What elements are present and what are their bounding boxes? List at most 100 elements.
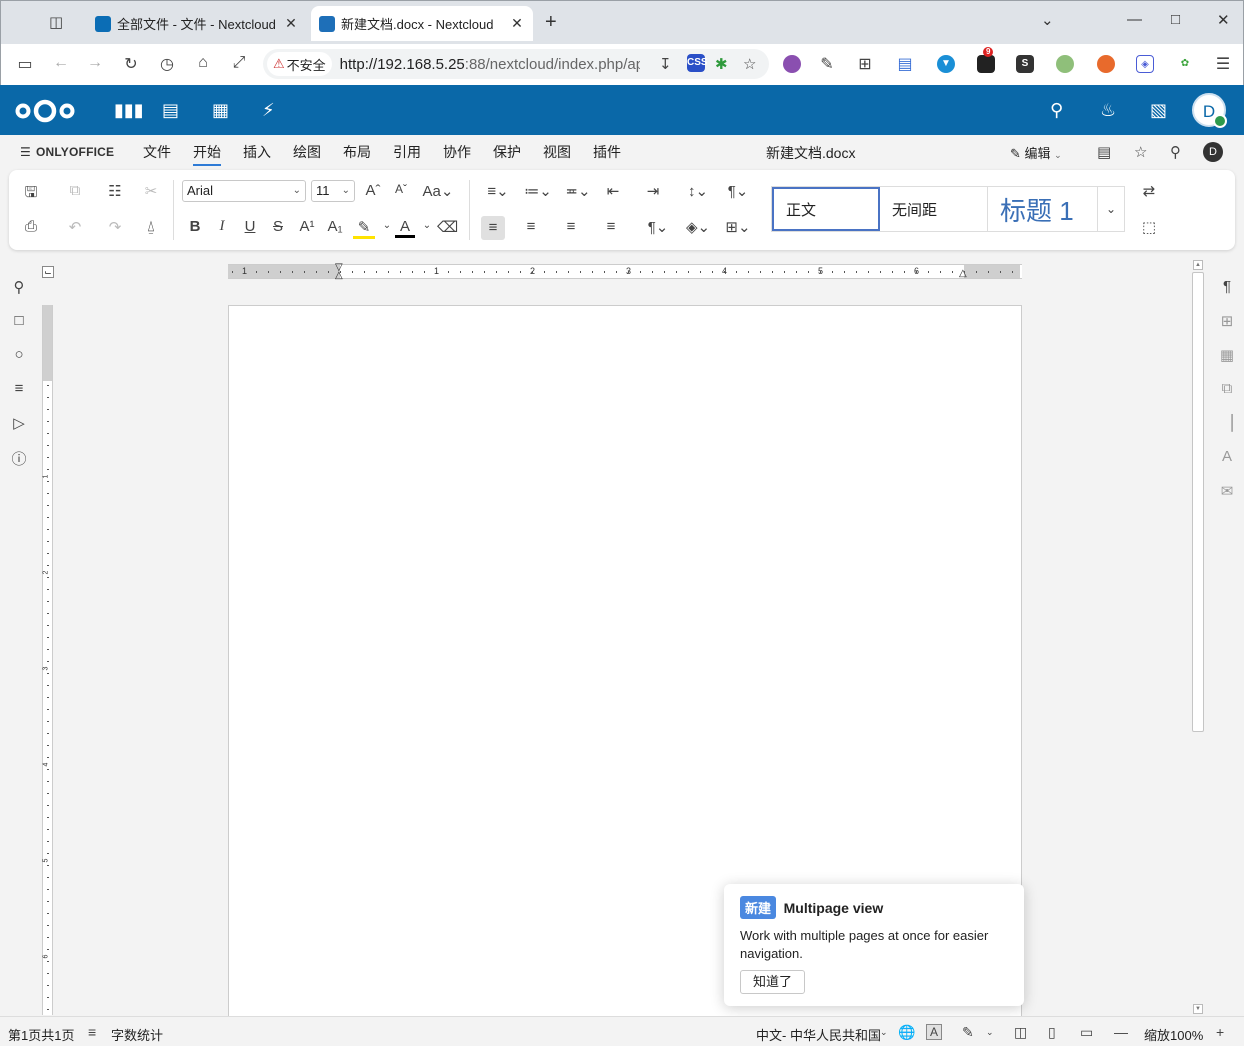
tab-collaboration[interactable]: 协作 (443, 142, 471, 162)
expand-icon[interactable]: ⤢ (229, 54, 249, 72)
word-count-label[interactable]: 字数统计 (111, 1025, 163, 1044)
files-folder-icon[interactable]: ▤ (162, 100, 179, 121)
workspaces-icon[interactable]: ◫ (49, 13, 71, 33)
home-icon[interactable]: ⌂ (193, 54, 213, 72)
style-normal[interactable]: 正文 (772, 187, 880, 231)
format-painter-icon[interactable]: ⍙ (141, 218, 161, 235)
paragraph-settings-icon[interactable]: ¶ (1218, 278, 1236, 295)
left-indent-marker-icon[interactable]: △ (335, 270, 343, 281)
chart-settings-icon[interactable]: ▕ (1218, 414, 1236, 432)
chevron-down-icon[interactable]: ⌄ (377, 220, 397, 231)
chat-icon[interactable]: ○ (10, 346, 28, 363)
url-text[interactable]: http://192.168.5.25:88/nextcloud/index.p… (340, 56, 640, 73)
back-icon[interactable]: ← (51, 54, 71, 72)
numbered-list-icon[interactable]: ≔⌄ (521, 182, 555, 200)
new-tab-icon[interactable]: + (545, 11, 557, 34)
security-indicator[interactable]: ⚠ 不安全 (267, 52, 332, 76)
zoom-out-icon[interactable]: — (1114, 1024, 1128, 1040)
style-heading-1[interactable]: 标题 1 (988, 187, 1098, 231)
paste-icon[interactable]: ☷ (105, 182, 125, 200)
chevron-down-icon[interactable]: ⌄ (1041, 11, 1054, 29)
activity-bolt-icon[interactable]: ⚡ (262, 100, 275, 121)
photos-icon[interactable]: ▦ (212, 100, 229, 121)
zoom-in-icon[interactable]: + (1216, 1024, 1224, 1040)
horizontal-ruler[interactable]: 1 1 2 3 4 5 6 ▽ △ △ (228, 262, 1022, 281)
right-indent-marker-icon[interactable]: △ (959, 268, 967, 279)
forward-icon[interactable]: → (85, 54, 105, 72)
select-icon[interactable]: ⬚ (1139, 218, 1159, 236)
bookmark-star-icon[interactable]: ☆ (743, 55, 756, 73)
url-bar[interactable]: ⚠ 不安全 http://192.168.5.25:88/nextcloud/i… (263, 49, 769, 79)
sprout-extension-icon[interactable]: ✿ (1176, 55, 1194, 73)
print-icon[interactable]: ⎙ (21, 218, 41, 235)
got-it-button[interactable]: 知道了 (740, 970, 806, 994)
copy-icon[interactable]: ⧉ (65, 182, 85, 199)
nextcloud-logo-icon[interactable] (14, 98, 76, 124)
history-icon[interactable]: ◷ (157, 54, 177, 74)
multipage-view-icon[interactable]: ◫ (1014, 1024, 1027, 1041)
clear-format-icon[interactable]: ⌫ (437, 218, 458, 236)
image-settings-icon[interactable]: ▦ (1218, 346, 1236, 364)
contacts-icon[interactable]: ▧ (1150, 100, 1167, 121)
tab-references[interactable]: 引用 (393, 142, 421, 162)
cube-extension-icon[interactable]: ◈ (1136, 55, 1154, 73)
search-icon[interactable]: ⚲ (1050, 100, 1063, 121)
tab-stop-selector[interactable]: ⌙ (42, 266, 54, 278)
cut-icon[interactable]: ✂ (141, 182, 161, 200)
save-icon[interactable]: 🖫 (21, 182, 41, 207)
shading-icon[interactable]: ◈⌄ (681, 218, 715, 236)
word-count-icon[interactable]: ≡ (88, 1024, 96, 1040)
avatar[interactable]: D (1192, 93, 1227, 128)
chevron-down-icon[interactable]: ⌄ (986, 1027, 994, 1038)
edit-mode-button[interactable]: ✎ 编辑 ⌄ (1010, 143, 1062, 162)
highlight-color-icon[interactable]: ✎ (353, 218, 375, 239)
decrease-indent-icon[interactable]: ⇤ (603, 182, 623, 200)
search-icon[interactable]: ⚲ (10, 278, 28, 296)
about-info-icon[interactable]: ⓘ (10, 448, 28, 469)
green-extension-icon[interactable] (1056, 55, 1074, 73)
tab-new-document[interactable]: 新建文档.docx - Nextcloud ✕ (311, 6, 533, 41)
zoom-level[interactable]: 缩放100% (1144, 1025, 1203, 1044)
close-window-icon[interactable]: ✕ (1217, 11, 1230, 29)
language-select[interactable]: 中文- 中华人民共和国 (756, 1025, 881, 1044)
sidebar-toggle-icon[interactable]: ▭ (15, 54, 35, 74)
change-case-icon[interactable]: Aa⌄ (421, 182, 455, 200)
bullet-list-icon[interactable]: ≡⌄ (481, 182, 515, 200)
align-center-icon[interactable]: ≡ (521, 218, 541, 235)
reload-icon[interactable]: ↻ (121, 54, 141, 74)
tab-plugins[interactable]: 插件 (593, 142, 621, 162)
align-left-icon[interactable]: ≡ (481, 216, 505, 240)
close-icon[interactable]: ✕ (509, 15, 525, 32)
styles-more-chevron-icon[interactable]: ⌄ (1098, 187, 1124, 231)
tab-layout[interactable]: 布局 (343, 142, 371, 162)
underline-icon[interactable]: U (240, 218, 260, 235)
crop-icon[interactable]: ⊞ (855, 54, 875, 74)
close-icon[interactable]: ✕ (283, 15, 299, 32)
subscript-icon[interactable]: A₁ (325, 218, 345, 235)
vertical-scrollbar[interactable]: ▲ ▼ (1192, 260, 1204, 1016)
borders-icon[interactable]: ⊞⌄ (721, 218, 755, 236)
nonprinting-characters-icon[interactable]: ¶⌄ (641, 218, 675, 236)
tab-view[interactable]: 视图 (543, 142, 571, 162)
scrollbar-thumb[interactable] (1192, 272, 1204, 732)
color-extension-icon[interactable] (783, 55, 801, 73)
s-extension-icon[interactable]: S (1016, 55, 1034, 73)
user-avatar[interactable]: D (1203, 142, 1223, 162)
style-no-spacing[interactable]: 无间距 (880, 187, 988, 231)
track-changes-icon[interactable]: ✎ (962, 1024, 974, 1041)
italic-icon[interactable]: I (212, 218, 232, 235)
navigation-icon[interactable]: ≡ (10, 380, 28, 397)
mail-merge-icon[interactable]: ✉ (1218, 482, 1236, 500)
tab-all-files[interactable]: 全部文件 - 文件 - Nextcloud ✕ (87, 6, 307, 41)
paragraph-direction-icon[interactable]: ¶⌄ (721, 182, 755, 200)
superscript-icon[interactable]: A¹ (297, 218, 317, 235)
puzzle-extension-icon[interactable]: ✱ (715, 55, 728, 73)
menu-icon[interactable]: ☰ (1213, 54, 1233, 74)
page-info[interactable]: 第1页共1页 (8, 1025, 74, 1044)
align-right-icon[interactable]: ≡ (561, 218, 581, 235)
multilevel-list-icon[interactable]: ≖⌄ (561, 182, 595, 200)
scroll-up-icon[interactable]: ▲ (1193, 260, 1203, 270)
font-name-select[interactable]: Arial ⌄ (182, 180, 306, 202)
justify-icon[interactable]: ≡ (601, 218, 621, 235)
strikethrough-icon[interactable]: S (268, 218, 288, 235)
